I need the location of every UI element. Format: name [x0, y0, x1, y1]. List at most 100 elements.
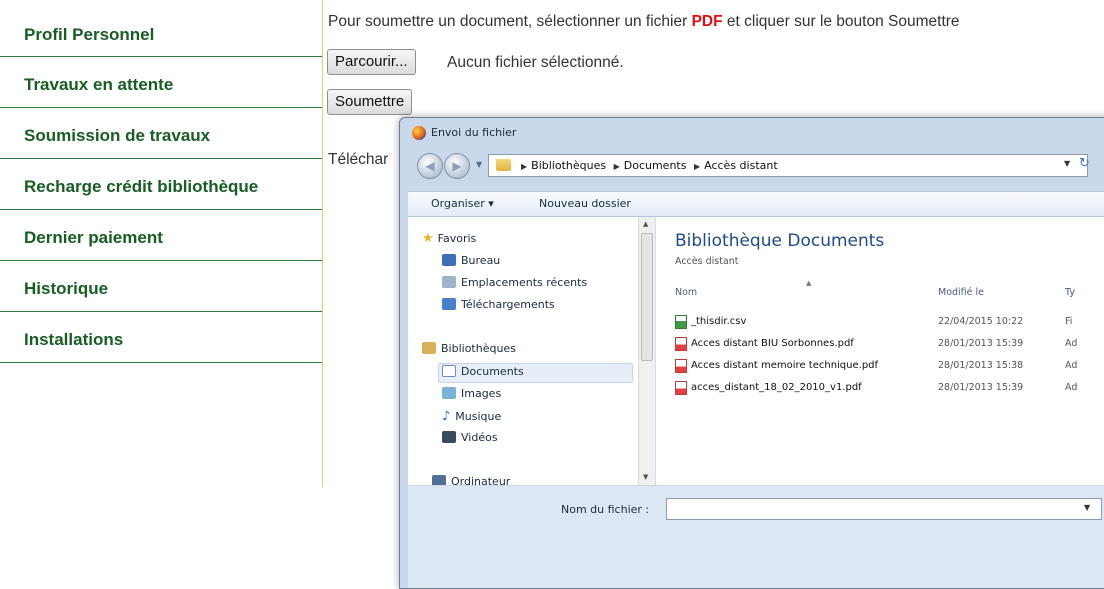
nav-computer-label: Ordinateur [451, 475, 511, 485]
nav-music[interactable]: ♪ Musique [442, 409, 501, 424]
documents-icon [442, 365, 456, 377]
libraries-icon [422, 342, 436, 354]
menu-item-profil[interactable]: Profil Personnel [0, 6, 323, 57]
column-header-type[interactable]: Ty [1065, 287, 1075, 298]
file-row[interactable]: Acces distant BIU Sorbonnes.pdf 28/01/20… [675, 335, 1104, 355]
nav-desktop-label: Bureau [461, 254, 501, 267]
organize-menu-button[interactable]: Organiser ▾ [431, 197, 494, 210]
filename-dropdown-icon[interactable]: ▼ [1084, 503, 1090, 512]
file-row[interactable]: acces_distant_18_02_2010_v1.pdf 28/01/20… [675, 379, 1104, 399]
filename-area: Nom du fichier : ▼ [408, 486, 1104, 588]
column-header-name[interactable]: Nom [675, 287, 697, 298]
address-bar[interactable]: ▶ Bibliothèques ▶ Documents ▶ Accès distant… [488, 154, 1090, 177]
pdf-file-icon [675, 381, 687, 395]
breadcrumb-separator-icon: ▶ [613, 162, 620, 171]
pdf-file-icon [675, 337, 687, 351]
nav-images[interactable]: Images [442, 387, 501, 400]
breadcrumb-item-acces-distant[interactable]: Accès distant [704, 159, 778, 172]
refresh-icon[interactable]: ↻ [1079, 156, 1090, 171]
new-folder-button[interactable]: Nouveau dossier [539, 197, 631, 210]
pdf-keyword: PDF [691, 13, 723, 30]
menu-item-travaux-attente[interactable]: Travaux en attente [0, 57, 323, 108]
breadcrumb-item-documents[interactable]: Documents [624, 159, 687, 172]
nav-documents[interactable]: Documents [442, 365, 524, 378]
nav-scrollbar[interactable]: ▲ ▼ [638, 217, 655, 485]
videos-icon [442, 431, 456, 443]
submit-button[interactable]: Soumettre [327, 89, 413, 115]
music-icon: ♪ [442, 409, 451, 424]
navigation-pane: ★ Favoris Bureau Emplacements récents Tél… [408, 217, 656, 485]
file-type: Ad [1065, 382, 1078, 393]
scroll-up-icon[interactable]: ▲ [643, 220, 648, 228]
nav-recent-label: Emplacements récents [461, 276, 588, 289]
nav-videos-label: Vidéos [461, 431, 498, 444]
nav-music-label: Musique [455, 410, 502, 423]
filename-input[interactable] [666, 498, 1102, 520]
computer-icon [432, 475, 446, 485]
nav-downloads-label: Téléchargements [461, 298, 555, 311]
nav-documents-label: Documents [461, 365, 524, 378]
file-name: Acces distant BIU Sorbonnes.pdf [691, 338, 854, 349]
side-menu: Profil Personnel Travaux en attente Soum… [0, 6, 323, 363]
recent-pages-chevron-icon[interactable]: ▼ [476, 160, 482, 169]
file-list-pane: Bibliothèque Documents Accès distant ▲ N… [656, 217, 1104, 485]
library-subtitle: Accès distant [675, 256, 739, 267]
address-row: ◀ ▶ ▼ ▶ Bibliothèques ▶ Documents ▶ Accès d… [408, 150, 1104, 182]
images-icon [442, 387, 456, 399]
dialog-titlebar[interactable]: Envoi du fichier [400, 118, 1104, 146]
breadcrumb: ▶ Bibliothèques ▶ Documents ▶ Accès distant [517, 159, 778, 172]
menu-item-historique[interactable]: Historique [0, 261, 323, 312]
desktop-icon [442, 254, 456, 266]
back-arrow-icon[interactable]: ◀ [417, 153, 443, 179]
instruction-text-end: et cliquer sur le bouton Soumettre [722, 13, 960, 30]
file-name: _thisdir.csv [691, 316, 747, 327]
file-type: Fi [1065, 316, 1073, 327]
menu-item-soumission[interactable]: Soumission de travaux [0, 108, 323, 159]
menu-divider [322, 0, 323, 487]
nav-videos[interactable]: Vidéos [442, 431, 498, 444]
menu-item-recharge[interactable]: Recharge crédit bibliothèque [0, 159, 323, 210]
file-type: Ad [1065, 360, 1078, 371]
no-file-selected-text: Aucun fichier sélectionné. [447, 54, 624, 71]
library-title: Bibliothèque Documents [675, 231, 885, 251]
pdf-file-icon [675, 359, 687, 373]
menu-item-installations[interactable]: Installations [0, 312, 323, 363]
dialog-toolbar: Organiser ▾ Nouveau dossier [408, 191, 1104, 217]
nav-downloads[interactable]: Téléchargements [442, 298, 555, 311]
forward-arrow-icon[interactable]: ▶ [444, 153, 470, 179]
nav-libraries[interactable]: Bibliothèques [422, 342, 516, 355]
nav-desktop[interactable]: Bureau [442, 254, 500, 267]
breadcrumb-item-bibliotheques[interactable]: Bibliothèques [531, 159, 606, 172]
breadcrumb-separator-icon: ▶ [521, 162, 528, 171]
menu-item-dernier-paiement[interactable]: Dernier paiement [0, 210, 323, 261]
file-row[interactable]: Acces distant memoire technique.pdf 28/0… [675, 357, 1104, 377]
file-date: 28/01/2013 15:39 [938, 382, 1024, 393]
column-header-modified[interactable]: Modifié le [938, 287, 984, 298]
dialog-title: Envoi du fichier [431, 126, 517, 139]
instruction-text-start: Pour soumettre un document, sélectionner… [328, 13, 692, 30]
folder-icon [496, 159, 511, 171]
csv-file-icon [675, 315, 687, 329]
nav-recent[interactable]: Emplacements récents [442, 276, 587, 289]
recent-places-icon [442, 276, 456, 288]
sort-arrow-icon: ▲ [806, 279, 812, 287]
address-dropdown-icon[interactable]: ▼ [1064, 159, 1070, 168]
firefox-logo-icon [412, 126, 426, 140]
file-date: 22/04/2015 10:22 [938, 316, 1024, 327]
file-name: Acces distant memoire technique.pdf [691, 360, 879, 371]
instruction-text: Pour soumettre un document, sélectionner… [328, 13, 960, 31]
filename-label: Nom du fichier : [561, 503, 650, 516]
scroll-down-icon[interactable]: ▼ [643, 473, 648, 481]
nav-images-label: Images [461, 387, 502, 400]
file-date: 28/01/2013 15:38 [938, 360, 1024, 371]
nav-computer[interactable]: Ordinateur [432, 475, 510, 485]
file-type: Ad [1065, 338, 1078, 349]
browse-button[interactable]: Parcourir... [327, 49, 416, 75]
download-text: Téléchar [328, 151, 389, 168]
nav-favorites-label: Favoris [437, 232, 477, 245]
nav-favorites[interactable]: ★ Favoris [422, 231, 476, 246]
file-row[interactable]: _thisdir.csv 22/04/2015 10:22 Fi [675, 313, 1104, 333]
downloads-icon [442, 298, 456, 310]
breadcrumb-separator-icon: ▶ [693, 162, 701, 171]
nav-scroll-thumb[interactable] [641, 233, 653, 361]
